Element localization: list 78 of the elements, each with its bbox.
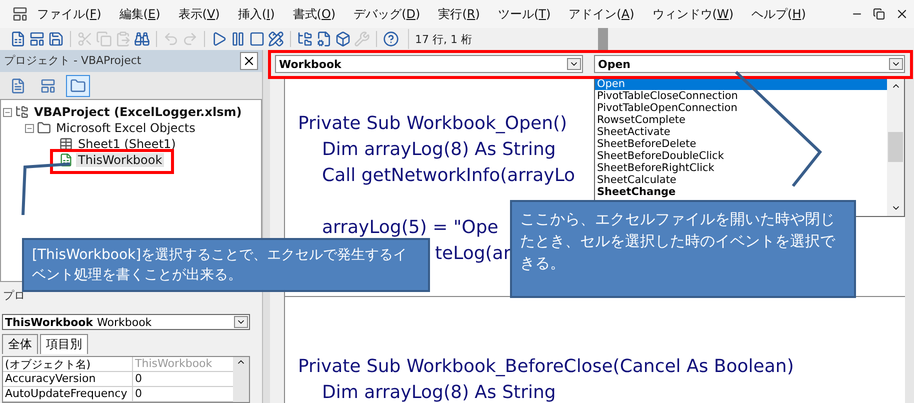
list-item[interactable]: SheetChange	[595, 186, 887, 198]
menu-item[interactable]: 表示(V)	[169, 6, 229, 22]
folder-button[interactable]	[66, 74, 90, 97]
expander-icon[interactable]	[3, 108, 12, 117]
cursor-position: 17 行, 1 桁	[415, 32, 472, 46]
scrollbar[interactable]	[233, 357, 249, 402]
object-dropdown[interactable]: Workbook	[275, 55, 583, 73]
pane-title: プロ	[3, 288, 25, 303]
menu-item[interactable]: ウィンドウ(W)	[643, 6, 742, 22]
property-value[interactable]: 0	[133, 387, 233, 401]
toolbar-grip[interactable]	[598, 28, 608, 50]
tree-item[interactable]: Microsoft Excel Objects	[54, 121, 198, 136]
tree-item[interactable]: Sheet1 (Sheet1)	[76, 137, 178, 152]
menu-item[interactable]: ツール(T)	[488, 6, 560, 22]
stop-icon[interactable]	[249, 31, 265, 47]
object-name: ThisWorkbook	[5, 316, 93, 329]
property-name: (オブジェクト名)	[3, 357, 133, 372]
code-line: arrayLog(5) = "Ope	[322, 216, 498, 238]
spreadsheet-icon[interactable]	[10, 31, 26, 47]
list-item[interactable]: SheetCalculate	[595, 174, 887, 186]
object-view-icon[interactable]	[40, 78, 56, 94]
app-icon[interactable]	[12, 6, 28, 22]
property-name: AutoUpdateFrequency	[3, 387, 133, 401]
workbook-icon	[59, 153, 73, 168]
save-icon[interactable]	[48, 31, 64, 47]
code-line: Dim arrayLog(8) As String	[322, 382, 556, 402]
code-view-icon[interactable]	[10, 78, 26, 94]
list-item[interactable]: PivotTableOpenConnection	[595, 102, 887, 114]
project-icon	[15, 105, 29, 120]
scrollbar[interactable]	[887, 78, 904, 216]
folder-tree-icon[interactable]	[297, 31, 313, 47]
property-value[interactable]: 0	[133, 372, 233, 386]
menu-item[interactable]: ヘルプ(H)	[742, 6, 815, 22]
list-item[interactable]: SheetBeforeDelete	[595, 138, 887, 150]
pane-title: プロジェクト - VBAProject	[4, 53, 142, 68]
play-icon[interactable]	[211, 31, 227, 47]
scroll-thumb[interactable]	[888, 132, 903, 162]
document-gear-icon[interactable]	[316, 31, 332, 47]
list-item[interactable]: Open	[595, 78, 887, 90]
folder-icon	[37, 121, 51, 136]
callout: [ThisWorkbook]を選択することで、エクセルで発生するイベント処理を書くことが出来る。	[22, 238, 430, 292]
menu-item[interactable]: 書式(O)	[284, 6, 345, 22]
list-item[interactable]: SheetActivate	[595, 126, 887, 138]
menu-item[interactable]: デバッグ(D)	[344, 6, 430, 22]
tree-item[interactable]: VBAProject (ExcelLogger.xlsm)	[32, 105, 244, 120]
leader-line	[22, 162, 70, 216]
sheet-icon	[59, 137, 73, 152]
list-item[interactable]: RowsetComplete	[595, 114, 887, 126]
property-name: AccuracyVersion	[3, 372, 133, 386]
expander-icon[interactable]	[25, 124, 34, 133]
code-line: Call getNetworkInfo(arrayLo	[322, 164, 576, 186]
menu-item[interactable]: ファイル(F)	[28, 6, 110, 22]
object-dropdown[interactable]: ThisWorkbook Workbook	[2, 314, 250, 330]
form-icon[interactable]	[29, 31, 45, 47]
list-item[interactable]: PivotTableCloseConnection	[595, 90, 887, 102]
menu-item[interactable]: アドイン(A)	[560, 6, 644, 22]
binoculars-icon[interactable]	[134, 31, 150, 47]
object-type: Workbook	[97, 316, 152, 329]
list-item[interactable]: SheetBeforeRightClick	[595, 162, 887, 174]
box-icon[interactable]	[335, 31, 351, 47]
callout: ここから、エクセルファイルを開いた時や閉じたとき、セルを選択した時のイベントを選択できる。	[510, 200, 856, 298]
code-line: teLog(ar	[435, 242, 511, 264]
tree-item[interactable]: ThisWorkbook	[76, 153, 164, 168]
menu-item[interactable]: 実行(R)	[429, 6, 489, 22]
tab[interactable]: 項目別	[40, 334, 88, 354]
folder-icon[interactable]	[70, 78, 86, 94]
help-icon[interactable]	[383, 31, 399, 47]
ruler-pencil-icon[interactable]	[268, 31, 284, 47]
scrollbar[interactable]	[905, 78, 914, 403]
pause-icon[interactable]	[230, 31, 246, 47]
code-line: Private Sub Workbook_BeforeClose(Cancel As Boolean)	[298, 356, 794, 376]
code-line: Dim arrayLog(8) As String	[322, 138, 556, 160]
menu-item[interactable]: 編集(E)	[110, 6, 170, 22]
menu-item[interactable]: 挿入(I)	[228, 6, 284, 22]
code-line: Private Sub Workbook_Open()	[298, 112, 568, 134]
tab[interactable]: 全体	[2, 334, 38, 354]
list-item[interactable]: SheetBeforeDoubleClick	[595, 150, 887, 162]
procedure-dropdown[interactable]: Open	[594, 55, 905, 73]
